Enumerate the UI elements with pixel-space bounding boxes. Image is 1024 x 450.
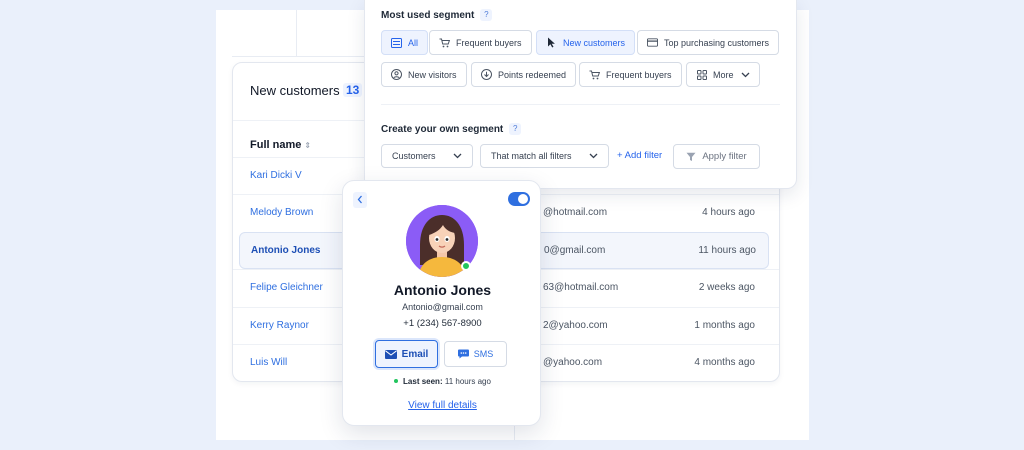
create-segment-title: Create your own segment?: [381, 123, 522, 135]
apply-filter-label: Apply filter: [702, 151, 747, 162]
chip-label: New visitors: [408, 69, 457, 80]
segment-chip-frequent-buyers[interactable]: Frequent buyers: [429, 30, 532, 55]
cursor-icon: [546, 37, 557, 48]
customer-name-link[interactable]: Antonio Jones: [251, 245, 320, 256]
chevron-left-icon: [357, 191, 363, 209]
chip-label: New customers: [563, 37, 626, 48]
chip-label: Frequent buyers: [456, 37, 522, 48]
profile-name: Antonio Jones: [393, 282, 492, 298]
select-value: Customers: [392, 151, 436, 161]
customer-email: @yahoo.com: [543, 357, 603, 368]
apply-filter-button[interactable]: Apply filter: [673, 144, 760, 169]
cart-icon: [439, 37, 450, 48]
chip-label: All: [408, 37, 419, 48]
segment-more-dropdown[interactable]: More: [686, 62, 760, 87]
customers-title: New customers: [250, 83, 340, 98]
customer-email: @hotmail.com: [543, 207, 608, 218]
help-icon[interactable]: ?: [480, 9, 493, 21]
last-seen: Last seen: 11 hours ago: [343, 377, 542, 386]
status-dot: [394, 379, 399, 383]
customers-count-badge: 13: [343, 83, 363, 97]
segment-chip-frequent-buyers-2[interactable]: Frequent buyers: [579, 62, 682, 87]
segment-chip-new-visitors[interactable]: New visitors: [381, 62, 467, 87]
back-button[interactable]: [353, 192, 367, 208]
chat-icon: [457, 349, 469, 359]
profile-toggle[interactable]: [508, 192, 530, 206]
segment-chip-top-purchasing[interactable]: Top purchasing customers: [637, 30, 780, 55]
card-icon: [647, 37, 658, 48]
view-full-details-link[interactable]: View full details: [343, 400, 542, 411]
customer-profile-popup: Antonio Jones Antonio@gmail.com +1 (234)…: [342, 180, 541, 426]
chevron-down-icon: [589, 151, 598, 161]
online-status-dot: [461, 261, 471, 271]
customer-email: 63@hotmail.com: [543, 282, 619, 293]
sms-button[interactable]: SMS: [444, 341, 507, 367]
divider: [381, 104, 780, 105]
filter-icon: [686, 152, 696, 162]
last-seen-value: 11 hours ago: [444, 377, 491, 386]
select-value: That match all filters: [491, 151, 572, 161]
entity-select[interactable]: Customers: [381, 144, 473, 168]
chip-label: Frequent buyers: [606, 69, 672, 80]
customer-name-link[interactable]: Felipe Gleichner: [250, 282, 323, 293]
last-seen-label: Last seen:: [403, 377, 443, 386]
customer-name-link[interactable]: Luis Will: [250, 357, 287, 368]
segment-chip-new-customers[interactable]: New customers: [536, 30, 636, 55]
download-circle-icon: [481, 69, 492, 80]
sort-icon[interactable]: ⇕: [304, 141, 311, 150]
customer-time: 1 months ago: [694, 320, 755, 331]
user-circle-icon: [391, 69, 402, 80]
chevron-down-icon: [453, 151, 462, 161]
customer-name-link[interactable]: Kerry Raynor: [250, 320, 309, 331]
profile-phone: +1 (234) 567-8900: [403, 318, 482, 329]
segment-chip-all[interactable]: All: [381, 30, 429, 55]
email-button-label: Email: [401, 348, 429, 360]
column-header-label: Full name: [250, 139, 302, 151]
cart-icon: [589, 69, 600, 80]
customer-time: 4 hours ago: [702, 207, 755, 218]
chevron-down-icon: [741, 70, 750, 80]
help-icon[interactable]: ?: [509, 123, 522, 135]
mail-icon: [384, 349, 397, 359]
guide-line: [232, 56, 364, 57]
column-header-full-name[interactable]: Full name ⇕: [250, 139, 311, 151]
section-title-text: Create your own segment: [381, 124, 504, 135]
add-filter-link[interactable]: + Add filter: [617, 150, 662, 161]
segment-chip-points-redeemed[interactable]: Points redeemed: [471, 62, 577, 87]
customer-email: 2@yahoo.com: [543, 320, 608, 331]
chip-label: Points redeemed: [498, 69, 567, 80]
grid-icon: [696, 69, 707, 80]
guide-line: [296, 10, 297, 56]
customer-time: 11 hours ago: [698, 245, 756, 256]
email-button[interactable]: Email: [375, 340, 438, 368]
list-icon: [391, 37, 402, 48]
segment-panel: Most used segment? All Frequent buyers N…: [364, 0, 797, 189]
chip-label: More: [713, 69, 734, 80]
customer-time: 2 weeks ago: [698, 282, 755, 293]
toggle-knob: [518, 194, 528, 204]
most-used-segment-title: Most used segment?: [381, 9, 493, 21]
section-title-text: Most used segment: [381, 10, 475, 21]
match-select[interactable]: That match all filters: [480, 144, 609, 168]
chip-label: Top purchasing customers: [664, 37, 770, 48]
customer-time: 4 months ago: [694, 357, 755, 368]
profile-email: Antonio@gmail.com: [402, 302, 483, 312]
customer-name-link[interactable]: Kari Dicki V: [250, 170, 302, 181]
customer-name-link[interactable]: Melody Brown: [250, 207, 313, 218]
customer-email: 0@gmail.com: [544, 245, 606, 256]
sms-button-label: SMS: [473, 349, 494, 359]
